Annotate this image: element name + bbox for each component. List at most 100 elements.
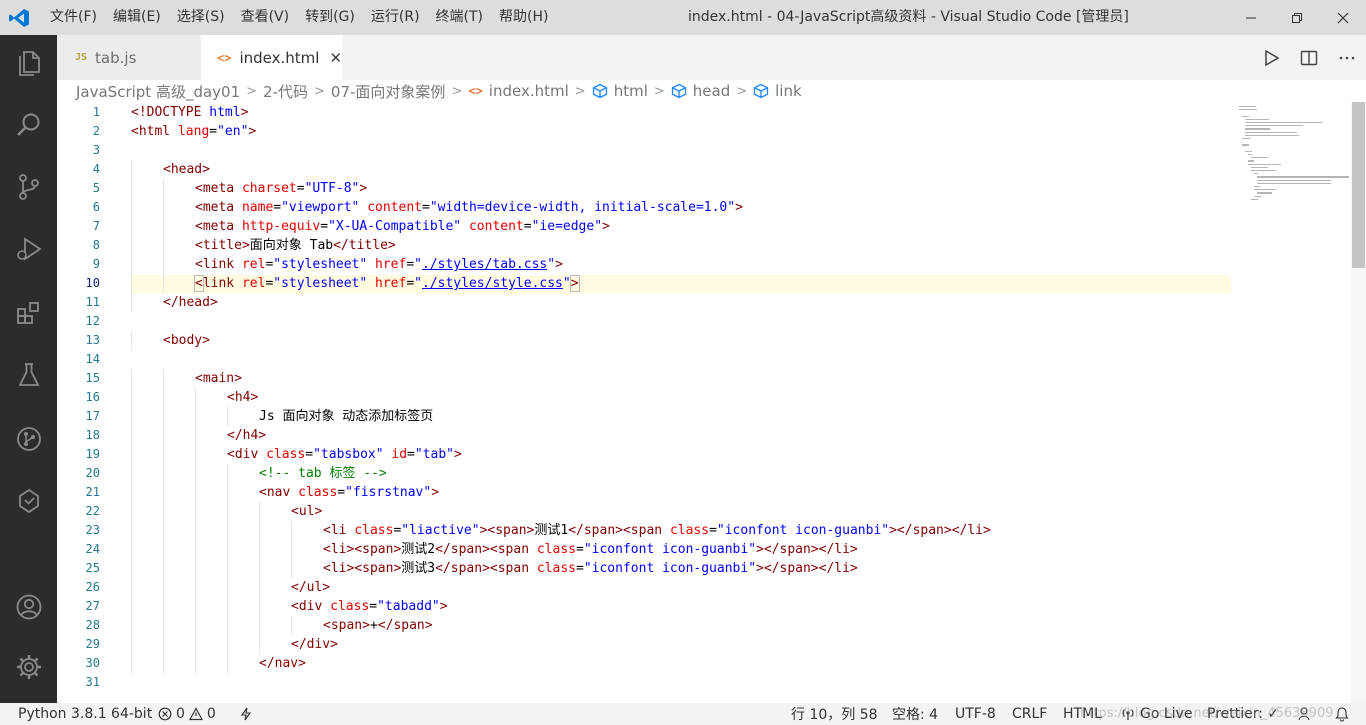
- close-window-button[interactable]: [1320, 0, 1366, 35]
- code-token: class: [536, 542, 576, 557]
- minimap-line: [1254, 189, 1276, 191]
- minimize-button[interactable]: [1228, 0, 1274, 35]
- minimap-line: [1251, 198, 1258, 200]
- manage-button[interactable]: [0, 643, 57, 691]
- breadcrumb-folder-root[interactable]: JavaScript 高级_day01: [76, 81, 240, 102]
- run-button[interactable]: [1252, 35, 1290, 80]
- code-line[interactable]: <link rel="stylesheet" href="./styles/ta…: [195, 255, 563, 274]
- indent-guide: [195, 559, 196, 578]
- line-number: 4: [92, 162, 100, 176]
- code-area[interactable]: <!DOCTYPE html> <html lang="en"> <head> <me…: [131, 102, 1231, 703]
- code-line[interactable]: <title>面向对象 Tab</title>: [195, 236, 396, 255]
- code-line[interactable]: <div class="tabsbox" id="tab">: [227, 445, 462, 464]
- breadcrumb-folder-code[interactable]: 2-代码: [263, 81, 308, 102]
- bell-icon: [1335, 707, 1349, 722]
- line-number: 3: [92, 143, 100, 157]
- python-interpreter[interactable]: Python 3.8.1 64-bit: [18, 703, 152, 725]
- code-token: ./styles/style.css: [422, 276, 563, 291]
- git-graph-button[interactable]: [0, 415, 57, 463]
- menu-terminal[interactable]: 终端(T): [428, 0, 491, 35]
- menu-run[interactable]: 运行(R): [363, 0, 428, 35]
- code-token: "iconfont icon-guanbi": [716, 523, 890, 538]
- indent-guide: [163, 502, 164, 521]
- vertical-scrollbar[interactable]: [1351, 102, 1366, 703]
- scrollbar-thumb[interactable]: [1352, 102, 1365, 268]
- more-actions-button[interactable]: [1328, 35, 1366, 80]
- code-token: <html: [131, 124, 178, 139]
- menu-edit[interactable]: 编辑(E): [105, 0, 169, 35]
- breadcrumb-file[interactable]: <> index.html: [468, 82, 568, 100]
- notifications-button[interactable]: [1334, 703, 1350, 725]
- code-line[interactable]: </ul>: [291, 578, 330, 597]
- code-line[interactable]: <ul>: [291, 502, 322, 521]
- source-control-button[interactable]: [0, 163, 57, 211]
- breadcrumb-symbol-head[interactable]: head: [671, 82, 730, 100]
- code-line[interactable]: </head>: [163, 293, 218, 312]
- minimap[interactable]: [1231, 102, 1351, 703]
- code-line[interactable]: <li class="liactive"><span>测试1</span><sp…: [323, 521, 991, 540]
- menu-view[interactable]: 查看(V): [233, 0, 298, 35]
- breadcrumb-folder-case[interactable]: 07-面向对象案例: [331, 81, 446, 102]
- code-line[interactable]: <link rel="stylesheet" href="./styles/st…: [194, 274, 580, 293]
- menu-go[interactable]: 转到(G): [297, 0, 363, 35]
- minimap-line: [1245, 150, 1252, 152]
- code-line[interactable]: <h4>: [227, 388, 258, 407]
- code-line[interactable]: <html lang="en">: [131, 122, 256, 141]
- code-line[interactable]: <span>+</span>: [323, 616, 433, 635]
- restore-button[interactable]: [1274, 0, 1320, 35]
- gear-icon: [16, 655, 41, 679]
- run-debug-button[interactable]: [0, 225, 57, 273]
- menu-help[interactable]: 帮助(H): [491, 0, 556, 35]
- indent-guide: [195, 407, 196, 426]
- code-line[interactable]: <body>: [163, 331, 210, 350]
- code-line[interactable]: </div>: [291, 635, 338, 654]
- code-line[interactable]: <meta charset="UTF-8">: [195, 179, 367, 198]
- live-share-button[interactable]: [240, 703, 252, 725]
- tab-index-html[interactable]: <> index.html ✕: [201, 35, 342, 80]
- testing-button[interactable]: [0, 351, 57, 399]
- breadcrumb-symbol-link[interactable]: link: [753, 82, 802, 100]
- problems-indicator[interactable]: 0 0: [158, 703, 216, 725]
- code-line[interactable]: <main>: [195, 369, 242, 388]
- code-line[interactable]: <nav class="fisrstnav">: [259, 483, 439, 502]
- code-line[interactable]: Js 面向对象 动态添加标签页: [259, 407, 433, 426]
- code-line[interactable]: <!DOCTYPE html>: [131, 103, 248, 122]
- encoding[interactable]: UTF-8: [955, 703, 996, 725]
- code-line[interactable]: <li><span>测试2</span><span class="iconfon…: [323, 540, 858, 559]
- code-line[interactable]: <meta name="viewport" content="width=dev…: [195, 198, 743, 217]
- code-line[interactable]: <li><span>测试3</span><span class="iconfon…: [323, 559, 858, 578]
- play-icon: [1265, 49, 1280, 66]
- code-line[interactable]: <div class="tabadd">: [291, 597, 448, 616]
- code-line[interactable]: <!-- tab 标签 -->: [259, 464, 387, 483]
- end-of-line[interactable]: CRLF: [1012, 703, 1047, 725]
- error-icon: [158, 707, 172, 721]
- breadcrumb-symbol-label: link: [775, 82, 802, 100]
- indentation[interactable]: 空格: 4: [892, 703, 938, 725]
- tab-tab-js[interactable]: JS tab.js: [57, 35, 201, 80]
- code-line[interactable]: <head>: [163, 160, 210, 179]
- accounts-button[interactable]: [0, 583, 57, 631]
- extensions-button[interactable]: [0, 289, 57, 337]
- code-line[interactable]: <meta http-equiv="X-UA-Compatible" conte…: [195, 217, 610, 236]
- code-token: name: [241, 200, 274, 215]
- minimap-line: [1257, 176, 1350, 178]
- indent-guide: [131, 559, 132, 578]
- indent-guide: [195, 445, 196, 464]
- explorer-button[interactable]: [0, 39, 57, 87]
- menu-selection[interactable]: 选择(S): [169, 0, 233, 35]
- close-tab-icon[interactable]: ✕: [329, 49, 342, 67]
- indent-guide: [291, 559, 292, 578]
- cursor-position[interactable]: 行 10，列 58: [791, 703, 878, 725]
- split-editor-button[interactable]: [1290, 35, 1328, 80]
- search-button[interactable]: [0, 101, 57, 149]
- tree-view-button[interactable]: [0, 477, 57, 525]
- code-editor[interactable]: 1 2 3 4 5 6 7 8 9 10 11 12 13 14 15 16 17 18 19 20 21 22 23 24 2…: [57, 102, 1366, 703]
- code-line[interactable]: </h4>: [227, 426, 266, 445]
- code-line[interactable]: </nav>: [259, 654, 306, 673]
- minimap-line: [1245, 122, 1322, 124]
- breadcrumb-symbol-html[interactable]: html: [592, 82, 648, 100]
- code-token: >: [569, 275, 580, 292]
- breadcrumb-separator: >: [653, 83, 665, 99]
- menu-file[interactable]: 文件(F): [42, 0, 105, 35]
